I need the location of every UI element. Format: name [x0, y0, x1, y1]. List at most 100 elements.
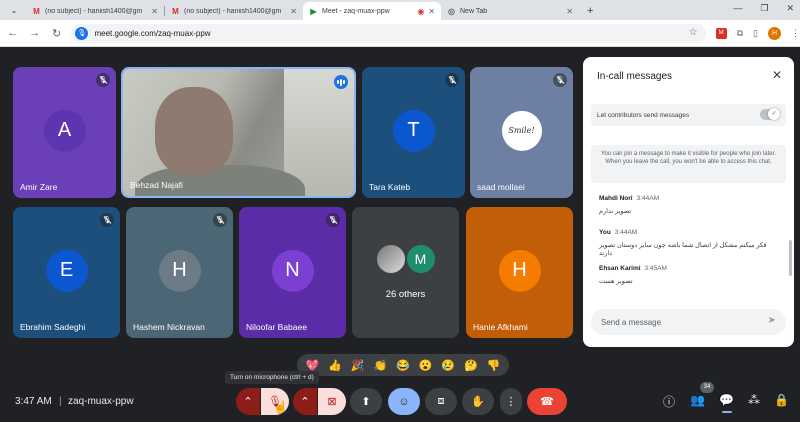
extensions-area: M ⧉ ▯ H ⋮: [715, 26, 800, 40]
reaction-thinking[interactable]: 🤔: [464, 359, 478, 372]
raise-hand-button[interactable]: ✋: [462, 388, 494, 415]
extensions-puzzle-icon[interactable]: ⧉: [737, 28, 743, 39]
avatar: A: [43, 109, 86, 152]
people-icon[interactable]: 👥: [690, 393, 705, 407]
chat-active-indicator: [722, 411, 732, 413]
close-icon[interactable]: ✕: [566, 7, 573, 16]
mic-off-icon: 🎙: [96, 73, 110, 87]
profile-avatar[interactable]: H: [767, 26, 781, 40]
mic-off-icon: 🎙: [553, 73, 567, 87]
avatar: N: [271, 249, 314, 292]
mic-off-icon: 🎙: [326, 213, 340, 227]
audio-options-chevron[interactable]: ⌃: [236, 388, 260, 415]
mouse-cursor-icon: ☝: [273, 400, 288, 414]
send-message-input[interactable]: Send a message ➤: [591, 309, 786, 335]
participant-tile[interactable]: H Hanie Afkhami: [466, 207, 573, 338]
reaction-clap[interactable]: 👏: [373, 359, 387, 372]
reaction-heart[interactable]: 💖: [305, 359, 319, 372]
reaction-sad[interactable]: 😢: [441, 359, 455, 372]
new-tab-button[interactable]: +: [587, 5, 593, 17]
reaction-thumbs-up[interactable]: 👍: [328, 359, 342, 372]
url-input[interactable]: 🎙 meet.google.com/zaq-muax-ppw ☆: [71, 23, 706, 43]
menu-kebab-icon[interactable]: ⋮: [791, 28, 800, 39]
emoji-icon: ☺: [398, 395, 410, 408]
activities-icon[interactable]: ⁂: [748, 393, 760, 407]
avatar: [374, 243, 407, 275]
meeting-info-icon[interactable]: ⓘ: [663, 393, 675, 410]
speaking-indicator-icon: [334, 75, 348, 89]
participant-tile[interactable]: A 🎙 Amir Zare: [13, 67, 116, 198]
chat-message: Mahdi Nori 3:44AM تصویر ندارم: [599, 195, 659, 215]
mic-off-icon: 🎙: [213, 213, 227, 227]
reaction-thumbs-down[interactable]: 👎: [487, 359, 501, 372]
more-options-button[interactable]: ⋮: [500, 388, 522, 415]
close-icon[interactable]: ✕: [151, 7, 158, 16]
participant-name: Tara Kateb: [369, 182, 411, 192]
close-window-icon[interactable]: ✕: [786, 3, 794, 14]
present-button[interactable]: ⬆: [350, 388, 382, 415]
tab-new-tab[interactable]: ◎ New Tab ✕: [441, 2, 579, 20]
participant-name: Ebrahim Sadeghi: [20, 322, 86, 332]
avatar: H: [498, 249, 541, 292]
chat-scrollbar[interactable]: [789, 240, 792, 276]
gmail-icon: M: [172, 6, 179, 16]
extension-red-icon[interactable]: M: [715, 27, 727, 39]
participant-tile[interactable]: N 🎙 Niloofar Babaee: [239, 207, 346, 338]
host-controls-icon[interactable]: 🔒: [774, 393, 789, 407]
chat-message: Ehsan Karimi 3:45AM تصویر هست: [599, 265, 667, 285]
avatar: H: [158, 249, 201, 292]
captions-button[interactable]: ⧈: [425, 388, 457, 415]
back-icon[interactable]: ←: [4, 27, 22, 39]
present-screen-icon: ⬆: [361, 396, 371, 408]
participant-tile[interactable]: E 🎙 Ebrahim Sadeghi: [13, 207, 120, 338]
avatar: M: [404, 243, 437, 275]
mic-off-icon: 🎙: [100, 213, 114, 227]
participant-tile[interactable]: Smile! 🎙 saad mollaei: [470, 67, 573, 198]
sidepanel-icon[interactable]: ▯: [753, 28, 758, 39]
pin-info-note: You can pin a message to make it visible…: [591, 145, 786, 183]
send-icon[interactable]: ➤: [768, 315, 776, 326]
participant-tile[interactable]: T 🎙 Tara Kateb: [362, 67, 465, 198]
in-call-messages-panel: In-call messages ✕ Let contributors send…: [583, 57, 794, 347]
forward-icon[interactable]: →: [26, 27, 44, 39]
tab-gmail-2[interactable]: M (no subject) - haniish1400@gm ✕: [165, 2, 303, 20]
participant-name: Behzad Najafi: [130, 180, 183, 190]
close-icon[interactable]: ✕: [428, 7, 435, 16]
reactions-bar: 💖 👍 🎉 👏 😂 😮 😢 🤔 👎: [297, 354, 509, 376]
chat-icon[interactable]: 💬: [719, 393, 734, 407]
avatar: Smile!: [501, 110, 542, 151]
reaction-laugh[interactable]: 😂: [396, 359, 410, 372]
close-icon[interactable]: ✕: [290, 7, 297, 16]
close-icon[interactable]: ✕: [772, 68, 782, 82]
participant-tile-active-speaker[interactable]: Behzad Najafi: [121, 67, 356, 198]
avatar: E: [45, 249, 88, 292]
site-info-icon[interactable]: 🎙: [75, 26, 89, 40]
reload-icon[interactable]: ↻: [48, 27, 66, 40]
tab-gmail-1[interactable]: M (no subject) - haniish1400@gm ✕: [26, 2, 164, 20]
browser-tab-bar: ⌄ M (no subject) - haniish1400@gm ✕ M (n…: [0, 0, 800, 20]
panel-title: In-call messages: [597, 71, 673, 82]
window-controls: — ❐ ✕: [733, 3, 794, 14]
recording-icon: ◉: [417, 6, 425, 16]
avatar: T: [392, 109, 435, 152]
others-tile[interactable]: M 26 others: [352, 207, 459, 338]
mic-off-icon: 🎙: [445, 73, 459, 87]
send-messages-toggle[interactable]: [760, 108, 780, 120]
tab-meet[interactable]: ▶ Meet - zaq-muax-ppw ◉ ✕: [303, 2, 441, 20]
chat-message: You 3:44AM فکر میکنم مشکل از اتصال شما با…: [599, 229, 767, 257]
reaction-party[interactable]: 🎉: [351, 359, 365, 372]
globe-icon: ◎: [448, 6, 455, 16]
minimize-icon[interactable]: —: [733, 3, 742, 14]
restore-icon[interactable]: ❐: [760, 3, 768, 14]
permission-row: Let contributors send messages: [591, 104, 786, 126]
bookmark-star-icon[interactable]: ☆: [689, 27, 698, 38]
leave-call-button[interactable]: ☎: [527, 388, 567, 415]
reaction-surprised[interactable]: 😮: [419, 359, 433, 372]
participant-tile[interactable]: H 🎙 Hashem Nickravan: [126, 207, 233, 338]
camera-toggle-button[interactable]: ⊠: [318, 388, 346, 415]
tab-search-dropdown-icon[interactable]: ⌄: [6, 2, 22, 18]
hand-icon: ✋: [471, 396, 485, 408]
participant-name: saad mollaei: [477, 182, 525, 192]
reactions-button[interactable]: ☺: [388, 388, 420, 415]
video-options-chevron[interactable]: ⌃: [293, 388, 317, 415]
